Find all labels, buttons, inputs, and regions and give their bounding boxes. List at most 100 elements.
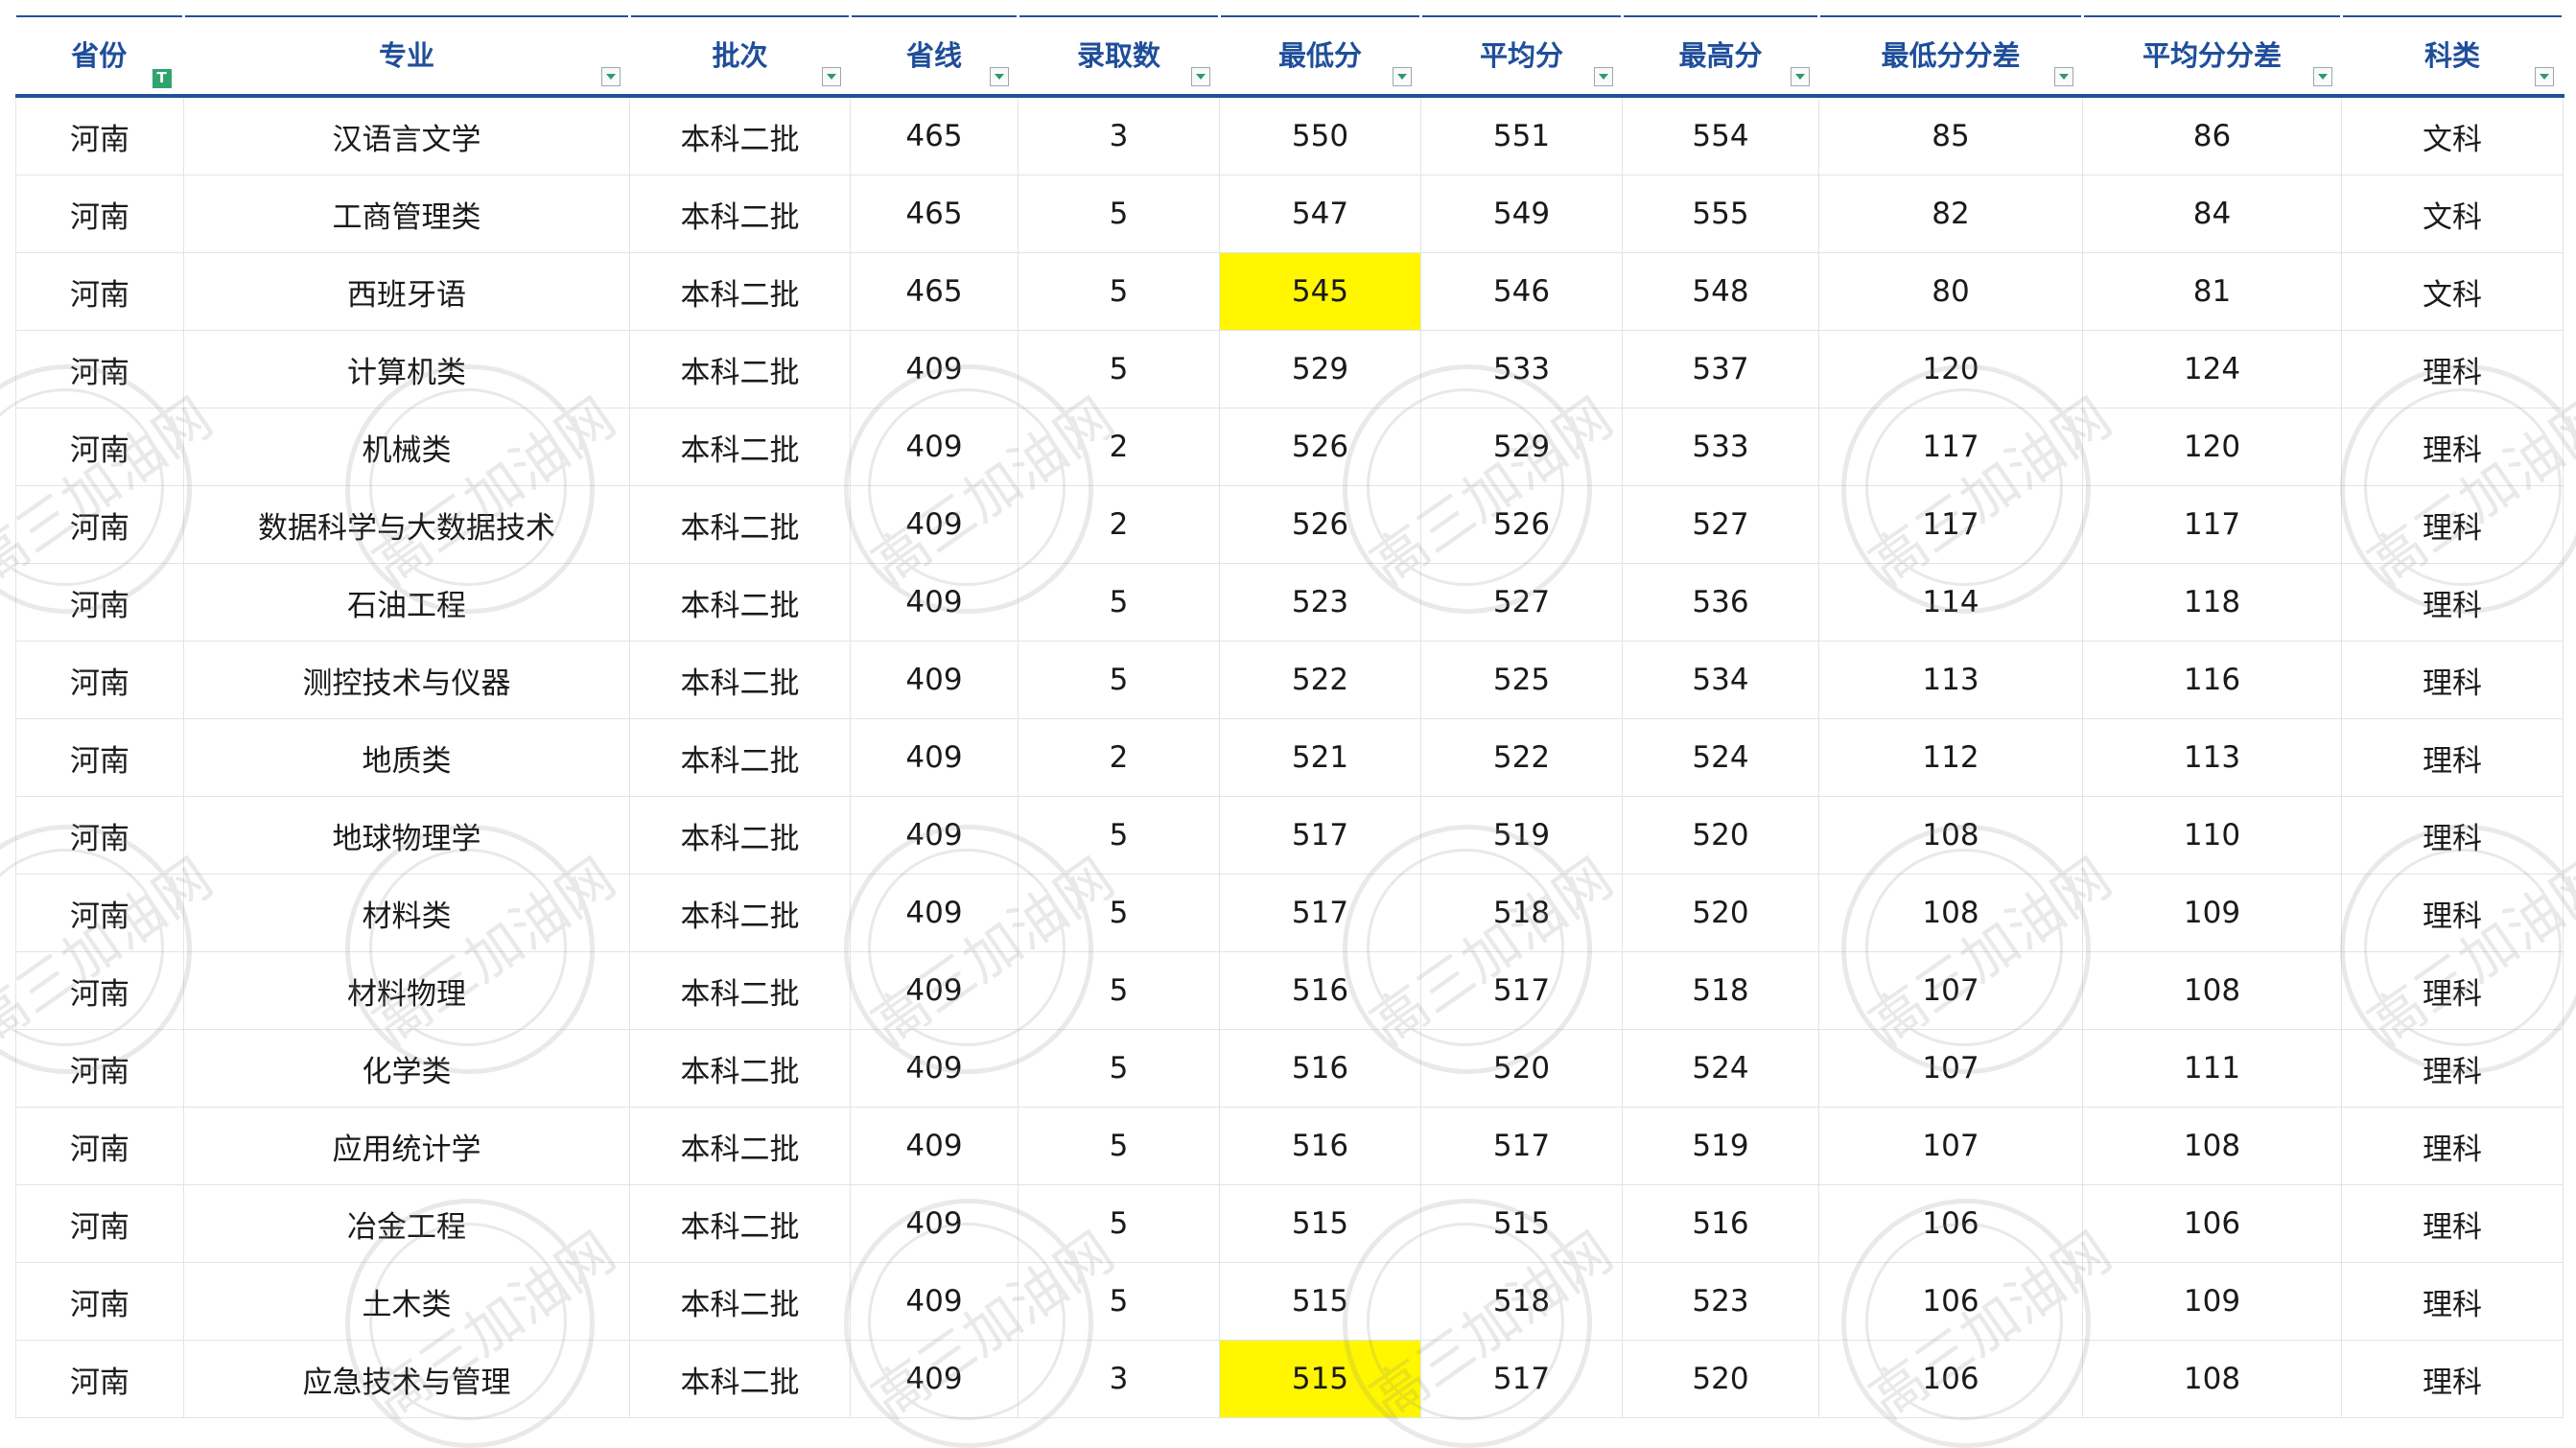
table-cell[interactable]: 本科二批 [629, 330, 851, 409]
table-cell[interactable]: 河南 [15, 408, 184, 486]
text-filter-icon[interactable] [152, 69, 172, 88]
table-cell[interactable]: 3 [1018, 1340, 1220, 1418]
table-cell[interactable]: 113 [2082, 718, 2342, 797]
table-cell[interactable]: 冶金工程 [183, 1184, 630, 1263]
table-cell[interactable]: 516 [1219, 951, 1421, 1030]
table-cell[interactable]: 5 [1018, 796, 1220, 875]
column-header-0[interactable]: 省份 [15, 16, 185, 98]
table-cell[interactable]: 111 [2082, 1029, 2342, 1108]
table-cell[interactable]: 118 [2082, 563, 2342, 642]
column-header-7[interactable]: 最高分 [1622, 16, 1820, 98]
table-cell[interactable]: 本科二批 [629, 1107, 851, 1185]
table-cell[interactable]: 应用统计学 [183, 1107, 630, 1185]
table-cell[interactable]: 527 [1622, 485, 1819, 564]
table-cell[interactable]: 理科 [2341, 796, 2564, 875]
table-cell[interactable]: 529 [1219, 330, 1421, 409]
table-cell[interactable]: 409 [850, 563, 1019, 642]
filter-dropdown-icon[interactable] [990, 67, 1009, 86]
table-cell[interactable]: 河南 [15, 1029, 184, 1108]
table-cell[interactable]: 河南 [15, 1107, 184, 1185]
table-cell[interactable]: 5 [1018, 1262, 1220, 1341]
table-cell[interactable]: 551 [1420, 95, 1623, 175]
table-cell[interactable]: 5 [1018, 330, 1220, 409]
table-cell[interactable]: 理科 [2341, 330, 2564, 409]
table-cell[interactable]: 理科 [2341, 1184, 2564, 1263]
table-cell[interactable]: 5 [1018, 1107, 1220, 1185]
table-cell[interactable]: 5 [1018, 641, 1220, 719]
table-cell[interactable]: 理科 [2341, 641, 2564, 719]
table-cell[interactable]: 536 [1622, 563, 1819, 642]
table-cell[interactable]: 河南 [15, 252, 184, 331]
table-cell[interactable]: 理科 [2341, 951, 2564, 1030]
table-cell[interactable]: 526 [1219, 408, 1421, 486]
table-cell[interactable]: 550 [1219, 95, 1421, 175]
table-cell[interactable]: 理科 [2341, 718, 2564, 797]
table-cell[interactable]: 117 [2082, 485, 2342, 564]
table-cell[interactable]: 本科二批 [629, 796, 851, 875]
table-cell[interactable]: 517 [1219, 796, 1421, 875]
filter-dropdown-icon[interactable] [2535, 67, 2554, 86]
table-cell[interactable]: 108 [2082, 1340, 2342, 1418]
table-cell[interactable]: 本科二批 [629, 95, 851, 175]
table-cell[interactable]: 汉语言文学 [183, 95, 630, 175]
table-cell[interactable]: 465 [850, 252, 1019, 331]
filter-dropdown-icon[interactable] [1191, 67, 1210, 86]
table-cell[interactable]: 517 [1420, 951, 1623, 1030]
table-cell[interactable]: 河南 [15, 951, 184, 1030]
table-cell[interactable]: 测控技术与仪器 [183, 641, 630, 719]
table-cell[interactable]: 520 [1420, 1029, 1623, 1108]
table-cell[interactable]: 河南 [15, 95, 184, 175]
column-header-2[interactable]: 批次 [629, 16, 852, 98]
table-cell[interactable]: 85 [1818, 95, 2083, 175]
table-cell[interactable]: 524 [1622, 1029, 1819, 1108]
filter-dropdown-icon[interactable] [1393, 67, 1412, 86]
table-cell[interactable]: 本科二批 [629, 563, 851, 642]
table-cell[interactable]: 518 [1420, 874, 1623, 952]
table-cell[interactable]: 理科 [2341, 874, 2564, 952]
filter-dropdown-icon[interactable] [601, 67, 621, 86]
table-cell[interactable]: 本科二批 [629, 1184, 851, 1263]
table-cell[interactable]: 河南 [15, 1340, 184, 1418]
table-cell[interactable]: 86 [2082, 95, 2342, 175]
table-cell[interactable]: 河南 [15, 641, 184, 719]
table-cell[interactable]: 本科二批 [629, 1340, 851, 1418]
table-cell[interactable]: 113 [1818, 641, 2083, 719]
table-cell[interactable]: 108 [1818, 874, 2083, 952]
table-cell[interactable]: 本科二批 [629, 1029, 851, 1108]
table-cell[interactable]: 108 [2082, 951, 2342, 1030]
table-cell[interactable]: 土木类 [183, 1262, 630, 1341]
column-header-10[interactable]: 科类 [2341, 16, 2564, 98]
table-cell[interactable]: 409 [850, 1184, 1019, 1263]
table-cell[interactable]: 3 [1018, 95, 1220, 175]
table-cell[interactable]: 河南 [15, 718, 184, 797]
table-cell[interactable]: 108 [1818, 796, 2083, 875]
table-cell[interactable]: 529 [1420, 408, 1623, 486]
table-cell[interactable]: 80 [1818, 252, 2083, 331]
table-cell[interactable]: 文科 [2341, 95, 2564, 175]
table-cell[interactable]: 537 [1622, 330, 1819, 409]
table-cell[interactable]: 理科 [2341, 563, 2564, 642]
table-cell[interactable]: 521 [1219, 718, 1421, 797]
table-cell[interactable]: 5 [1018, 563, 1220, 642]
column-header-4[interactable]: 录取数 [1018, 16, 1221, 98]
table-cell[interactable]: 516 [1219, 1029, 1421, 1108]
table-cell[interactable]: 555 [1622, 175, 1819, 253]
table-cell[interactable]: 409 [850, 718, 1019, 797]
filter-dropdown-icon[interactable] [1594, 67, 1613, 86]
table-cell[interactable]: 河南 [15, 796, 184, 875]
table-cell[interactable]: 110 [2082, 796, 2342, 875]
table-cell[interactable]: 107 [1818, 1107, 2083, 1185]
table-cell[interactable]: 2 [1018, 718, 1220, 797]
table-cell[interactable]: 应急技术与管理 [183, 1340, 630, 1418]
table-cell[interactable]: 526 [1219, 485, 1421, 564]
table-cell[interactable]: 519 [1622, 1107, 1819, 1185]
table-cell[interactable]: 石油工程 [183, 563, 630, 642]
table-cell[interactable]: 409 [850, 641, 1019, 719]
table-cell[interactable]: 本科二批 [629, 874, 851, 952]
table-cell[interactable]: 409 [850, 1029, 1019, 1108]
table-cell[interactable]: 534 [1622, 641, 1819, 719]
table-cell[interactable]: 517 [1420, 1340, 1623, 1418]
table-cell[interactable]: 465 [850, 175, 1019, 253]
table-cell[interactable]: 520 [1622, 874, 1819, 952]
table-cell[interactable]: 515 [1219, 1184, 1421, 1263]
